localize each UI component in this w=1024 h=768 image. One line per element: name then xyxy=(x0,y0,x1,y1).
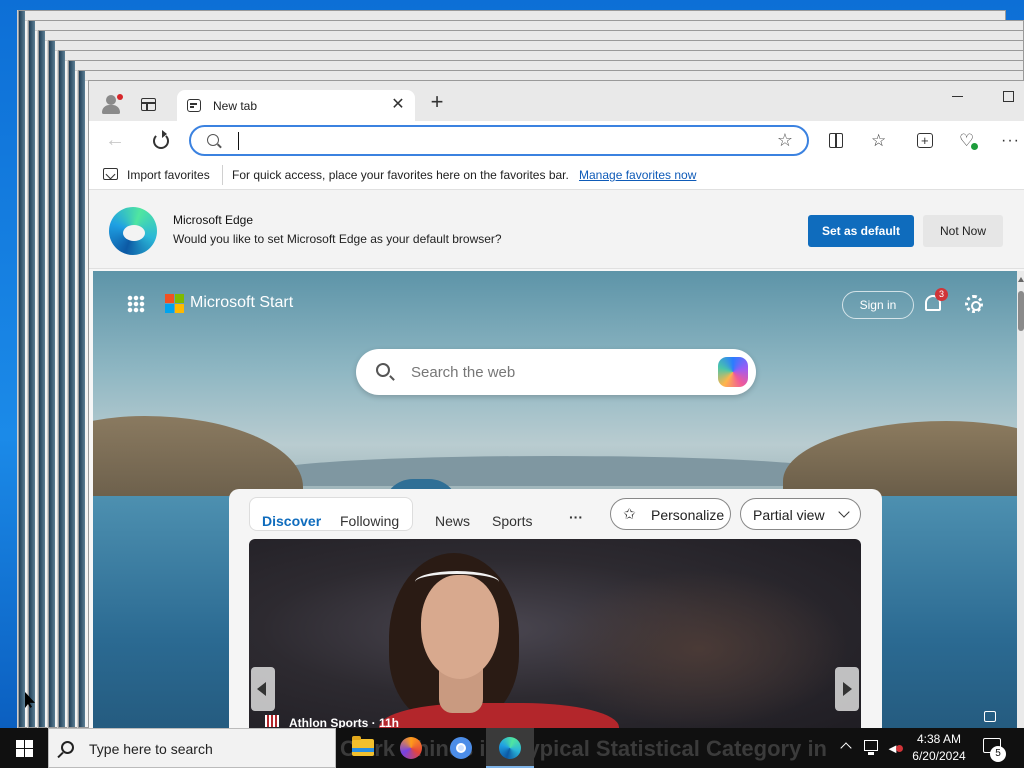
web-search-box[interactable]: Search the web xyxy=(356,349,756,395)
back-arrow-icon[interactable]: ← xyxy=(105,129,129,153)
tab-actions-icon[interactable] xyxy=(141,98,156,111)
favorites-bar-message: For quick access, place your favorites h… xyxy=(232,168,569,182)
clock-time[interactable]: 4:38 AM xyxy=(904,732,974,746)
favorites-bar: Import favorites For quick access, place… xyxy=(89,161,1024,189)
app-launcher-icon[interactable] xyxy=(127,295,145,313)
taskbar-search-placeholder: Type here to search xyxy=(89,741,213,757)
scrollbar-thumb[interactable] xyxy=(1018,291,1024,331)
edge-taskbar-icon[interactable] xyxy=(486,728,534,768)
split-screen-icon[interactable] xyxy=(829,133,843,148)
infobar-message: Would you like to set Microsoft Edge as … xyxy=(173,232,502,246)
copilot-icon[interactable] xyxy=(718,357,748,387)
clock-date[interactable]: 6/20/2024 xyxy=(904,749,974,763)
page-scrollbar[interactable] xyxy=(1017,271,1024,728)
chrome-icon[interactable] xyxy=(436,728,484,768)
sparkle-pen-icon: ✩ xyxy=(623,506,636,523)
infobar-title: Microsoft Edge xyxy=(173,213,254,227)
manage-favorites-link[interactable]: Manage favorites now xyxy=(579,168,696,182)
new-tab-button[interactable]: + xyxy=(427,91,447,113)
chevron-up-icon[interactable] xyxy=(840,742,852,754)
divider xyxy=(222,165,223,185)
network-icon[interactable] xyxy=(864,740,878,755)
search-icon xyxy=(376,363,390,377)
collections-icon[interactable] xyxy=(917,131,933,151)
web-search-placeholder: Search the web xyxy=(411,364,516,381)
tab-discover[interactable]: Discover xyxy=(262,513,321,529)
address-bar[interactable]: ☆ xyxy=(189,125,809,156)
carousel-prev-button[interactable] xyxy=(251,667,275,711)
microsoft-logo-icon xyxy=(165,294,185,314)
file-explorer-icon[interactable] xyxy=(339,728,387,768)
scroll-up-arrow-icon[interactable] xyxy=(1018,277,1024,282)
maximize-icon[interactable] xyxy=(1003,91,1014,102)
default-browser-infobar: Microsoft Edge Would you like to set Mic… xyxy=(89,189,1024,269)
notification-count-badge: 5 xyxy=(990,746,1006,762)
source-logo-icon xyxy=(265,715,279,727)
search-icon xyxy=(207,134,219,146)
carousel-next-button[interactable] xyxy=(835,667,859,711)
notification-badge: 3 xyxy=(935,288,948,301)
more-menu-icon[interactable]: ··· xyxy=(1001,131,1020,151)
personalize-button[interactable]: ✩ Personalize xyxy=(610,498,731,530)
tab-new-tab[interactable]: New tab ✕ xyxy=(177,90,415,121)
taskbar: Type here to search Clark Shines in Atyp… xyxy=(0,728,1024,768)
not-now-button[interactable]: Not Now xyxy=(923,215,1003,247)
card-photo xyxy=(549,569,849,728)
view-dropdown[interactable]: Partial view xyxy=(740,498,861,530)
card-source: Athlon Sports · 11h xyxy=(289,716,400,728)
tab-sports[interactable]: Sports xyxy=(492,513,532,529)
tab-news[interactable]: News xyxy=(435,513,470,529)
toolbar: ← ☆ ☆ ♡ ··· xyxy=(89,121,1024,161)
news-card[interactable]: Athlon Sports · 11h xyxy=(249,539,861,728)
sign-in-button[interactable]: Sign in xyxy=(842,291,914,319)
refresh-icon[interactable] xyxy=(149,129,173,153)
import-favorites-icon[interactable] xyxy=(103,168,118,180)
taskbar-search-box[interactable]: Type here to search xyxy=(48,728,336,768)
new-tab-page: Microsoft Start Sign in 3 Search the web… xyxy=(93,271,1020,728)
favorites-icon[interactable]: ☆ xyxy=(871,131,886,151)
text-cursor xyxy=(238,132,239,150)
settings-gear-icon[interactable] xyxy=(965,295,983,313)
profile-icon[interactable] xyxy=(101,94,123,114)
tab-following[interactable]: Following xyxy=(340,513,399,529)
minimize-icon[interactable] xyxy=(952,89,966,103)
background-landscape xyxy=(273,456,833,486)
windows-start-icon[interactable] xyxy=(0,728,48,768)
favorite-star-icon[interactable]: ☆ xyxy=(777,130,793,151)
browser-window: New tab ✕ + ← ☆ ☆ ♡ ··· Import favorites… xyxy=(88,80,1024,728)
chevron-down-icon xyxy=(838,506,850,518)
title-bar: New tab ✕ + xyxy=(89,81,1024,121)
background-image-icon[interactable] xyxy=(984,711,996,722)
health-status-dot xyxy=(971,143,978,150)
firefox-icon[interactable] xyxy=(387,728,435,768)
brand-title[interactable]: Microsoft Start xyxy=(190,294,293,312)
search-icon xyxy=(61,741,74,754)
set-as-default-button[interactable]: Set as default xyxy=(808,215,914,247)
news-feed: Discover Following News Sports ··· ✩ Per… xyxy=(229,489,882,728)
edge-logo-icon xyxy=(109,207,157,255)
more-tabs-button[interactable]: ··· xyxy=(569,509,583,525)
tab-title: New tab xyxy=(213,99,258,113)
personalize-label: Personalize xyxy=(651,507,725,523)
volume-muted-badge xyxy=(896,745,903,752)
card-photo xyxy=(415,571,499,593)
view-dropdown-label: Partial view xyxy=(753,507,825,523)
new-tab-page-icon xyxy=(187,99,201,112)
import-favorites-link[interactable]: Import favorites xyxy=(127,168,210,182)
tab-close-icon[interactable]: ✕ xyxy=(389,96,407,114)
